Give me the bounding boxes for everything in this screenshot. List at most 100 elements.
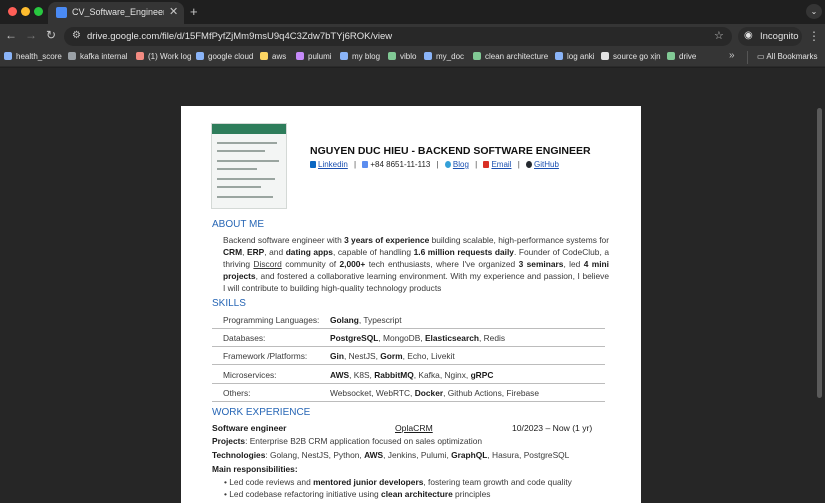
responsibility-text: • Led code reviews and	[224, 477, 314, 487]
blog-icon	[444, 161, 451, 168]
skill-value-part: PostgreSQL	[330, 333, 379, 343]
about-text: , capable of handling	[332, 247, 414, 257]
maximize-window-button[interactable]	[34, 7, 43, 16]
skill-label: Programming Languages:	[223, 315, 320, 325]
tab-title: CV_Software_Engineer_Golan	[72, 7, 164, 17]
about-heading: ABOUT ME	[212, 219, 265, 230]
site-settings-icon[interactable]: ⚙	[72, 30, 81, 41]
cv-name: NGUYEN DUC HIEU - BACKEND SOFTWARE ENGIN…	[310, 145, 591, 157]
skill-value-part: Elasticsearch	[424, 333, 479, 343]
bookmark-label: aws	[272, 52, 287, 61]
photo-detail	[217, 186, 261, 188]
bookmark-item[interactable]: aws	[260, 52, 286, 61]
bookmark-favicon-icon	[4, 52, 12, 60]
job-title: Software engineer	[212, 423, 287, 433]
skill-label: Microservices:	[223, 370, 277, 380]
bookmark-star-icon[interactable]: ☆	[714, 29, 724, 42]
incognito-badge[interactable]: ◉ Incognito	[738, 27, 802, 46]
photo-detail	[217, 142, 277, 144]
bookmark-label: google cloud	[208, 52, 254, 61]
bookmark-item[interactable]: clean architecture	[473, 52, 548, 61]
blog-link[interactable]: Blog	[453, 160, 469, 169]
work-heading: WORK EXPERIENCE	[212, 407, 311, 418]
separator: |	[517, 160, 520, 169]
bookmark-item[interactable]: google cloud	[196, 52, 253, 61]
all-bookmarks-button[interactable]: ▭ All Bookmarks	[757, 52, 817, 61]
about-text: , and	[264, 247, 286, 257]
photo-detail	[217, 150, 265, 152]
bookmark-item[interactable]: (1) Work log	[136, 52, 191, 61]
company-link[interactable]: OplaCRM	[395, 423, 433, 433]
bookmark-item[interactable]: kafka internal	[68, 52, 128, 61]
bookmark-item[interactable]: my blog	[340, 52, 380, 61]
bookmark-label: drive	[679, 52, 697, 61]
bookmark-item[interactable]: source go xịn	[601, 52, 661, 61]
skill-value-part: Gorm	[380, 351, 403, 361]
forward-arrow-icon[interactable]: →	[25, 28, 37, 42]
bookmark-favicon-icon	[555, 52, 563, 60]
address-bar[interactable]: ⚙ drive.google.com/file/d/15FMfPyfZjMm9m…	[64, 27, 732, 46]
tab-search-icon[interactable]: ⌄	[806, 4, 822, 19]
skill-value-part: RabbitMQ	[374, 370, 414, 380]
phone-icon	[362, 161, 369, 168]
bookmark-favicon-icon	[260, 52, 268, 60]
skill-value-part: , Redis	[478, 333, 506, 343]
about-text-bold: 3 seminars	[518, 259, 564, 269]
bookmark-item[interactable]: viblo	[388, 52, 416, 61]
github-link[interactable]: GitHub	[534, 160, 559, 169]
bookmark-favicon-icon	[601, 52, 609, 60]
email-link[interactable]: Email	[491, 160, 511, 169]
skill-value-part: Docker	[414, 388, 444, 398]
technologies-line: Technologies: Golang, NestJS, Python, AW…	[212, 450, 569, 460]
responsibilities-text: Main responsibilities:	[212, 464, 298, 474]
bookmark-item[interactable]: my_doc	[424, 52, 464, 61]
incognito-icon: ◉	[744, 30, 753, 41]
close-tab-icon[interactable]: ✕	[169, 5, 178, 18]
responsibility-text: • Led codebase refactoring initiative us…	[224, 489, 382, 499]
bookmark-item[interactable]: pulumi	[296, 52, 332, 61]
skill-value-part: Gin	[330, 351, 344, 361]
skill-row: Databases: PostgreSQL, MongoDB, Elasticse…	[212, 329, 605, 347]
all-bookmarks-label: All Bookmarks	[766, 52, 818, 61]
responsibility-text: principles	[452, 489, 491, 499]
about-text-bold: dating apps	[285, 247, 333, 257]
projects-line: Projects: Enterprise B2B CRM application…	[212, 436, 482, 446]
url-text[interactable]: drive.google.com/file/d/15FMfPyfZjMm9msU…	[87, 31, 392, 42]
new-tab-icon[interactable]: +	[190, 4, 198, 19]
skill-label: Framework /Platforms:	[223, 351, 308, 361]
browser-menu-icon[interactable]: ⋮	[808, 29, 820, 43]
bookmark-favicon-icon	[196, 52, 204, 60]
reload-icon[interactable]: ↻	[46, 28, 56, 42]
bookmark-label: my blog	[352, 52, 381, 61]
bookmark-label: (1) Work log	[148, 52, 192, 61]
bookmarks-overflow-icon[interactable]: »	[729, 50, 735, 61]
discord-link[interactable]: Discord	[253, 259, 281, 269]
technologies-value: AWS	[364, 450, 384, 460]
skill-value: Golang, Typescript	[330, 315, 402, 325]
close-window-button[interactable]	[8, 7, 17, 16]
skill-label: Databases:	[223, 333, 266, 343]
about-text: , and fostered a collaborative learning …	[223, 271, 609, 293]
back-arrow-icon[interactable]: ←	[5, 28, 17, 42]
skill-row: Programming Languages: Golang, Typescript	[212, 311, 605, 329]
viewer-scrollbar[interactable]	[817, 108, 822, 503]
bookmark-item[interactable]: log anki	[555, 52, 595, 61]
responsibility-text: clean architecture	[381, 489, 453, 499]
bookmark-item[interactable]: health_score	[4, 52, 62, 61]
scrollbar-thumb[interactable]	[817, 108, 822, 398]
linkedin-icon	[310, 161, 316, 168]
technologies-value: : Golang, NestJS, Python,	[265, 450, 365, 460]
linkedin-link[interactable]: Linkedin	[318, 160, 348, 169]
browser-tab[interactable]: CV_Software_Engineer_Golan ✕	[48, 2, 184, 24]
bookmarks-divider	[747, 51, 748, 64]
responsibility-item: • Led codebase refactoring initiative us…	[224, 489, 490, 499]
phone-number: +84 8651-11-113	[370, 160, 431, 169]
about-text-bold: CRM	[223, 247, 243, 257]
about-text-bold: 3 years of experience	[344, 235, 430, 245]
bookmark-item[interactable]: drive	[667, 52, 696, 61]
bookmark-label: pulumi	[308, 52, 332, 61]
responsibility-item: • Led code reviews and mentored junior d…	[224, 477, 572, 487]
minimize-window-button[interactable]	[21, 7, 30, 16]
bookmark-favicon-icon	[424, 52, 432, 60]
drive-favicon-icon	[56, 7, 67, 18]
